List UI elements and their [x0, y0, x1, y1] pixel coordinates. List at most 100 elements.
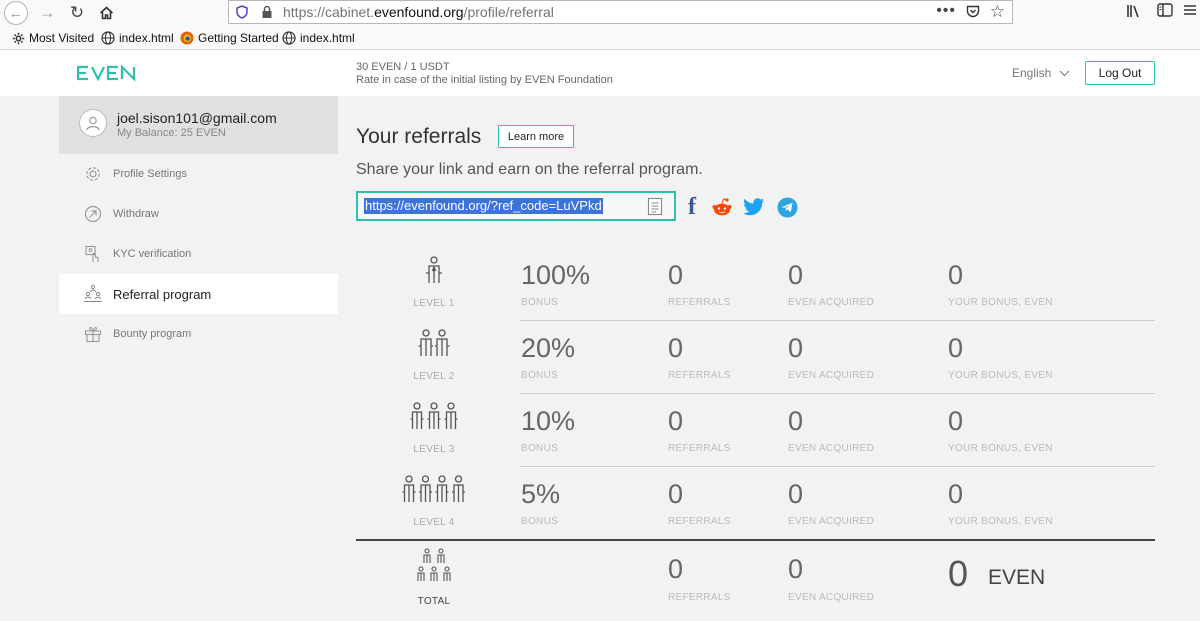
gear-icon — [12, 32, 25, 44]
rate-main: 30 EVEN / 1 USDT — [356, 61, 450, 73]
even-logo[interactable] — [77, 65, 137, 81]
sidebar-item-withdraw[interactable]: Withdraw — [59, 194, 338, 234]
level-row-1: LEVEL 1 100% BONUS 0 REFERRALS 0 EVEN AC… — [338, 256, 1175, 329]
sidebar: joel.sison101@gmail.com My Balance: 25 E… — [59, 96, 338, 609]
row-divider — [520, 393, 1155, 394]
bookmark-most-visited[interactable]: Most Visited — [12, 31, 94, 45]
your-bonus-value: 0 — [948, 479, 964, 509]
referrals-value: 0 — [668, 333, 684, 363]
even-acquired-label: EVEN ACQUIRED — [788, 370, 875, 381]
chevron-down-icon — [1059, 70, 1070, 76]
level-label: LEVEL 3 — [413, 444, 455, 455]
referral-link-box[interactable]: https://evenfound.org/?ref_code=LuVPkd — [356, 191, 676, 221]
bonus-label: BONUS — [521, 516, 559, 527]
sidebar-item-kyc[interactable]: KYC verification — [59, 234, 338, 274]
address-bar[interactable]: https://cabinet.evenfound.org/profile/re… — [228, 0, 1013, 24]
referrals-value: 0 — [668, 260, 684, 290]
referral-subtitle: Share your link and earn on the referral… — [356, 161, 703, 178]
referrals-label: REFERRALS — [668, 370, 731, 381]
your-bonus-value: 0 — [948, 406, 964, 436]
row-divider — [520, 320, 1155, 321]
total-bonus-value: 0 — [948, 553, 969, 594]
gear-icon — [83, 164, 103, 184]
bonus-label: BONUS — [521, 297, 559, 308]
even-acquired-value: 0 — [788, 333, 804, 363]
total-label: TOTAL — [417, 596, 451, 607]
total-bonus-unit: EVEN — [988, 566, 1046, 589]
browser-toolbar: ← → ↻ https://cabinet.evenfound.org/prof… — [0, 0, 1200, 27]
user-icon — [86, 116, 100, 131]
globe-icon — [282, 31, 296, 45]
sidebar-item-bounty[interactable]: Bounty program — [59, 314, 338, 354]
facebook-icon[interactable]: f — [688, 194, 696, 221]
page-actions-icon[interactable]: ••• — [936, 2, 956, 20]
total-referrals-value: 0 — [668, 554, 684, 584]
referrals-label: REFERRALS — [668, 443, 731, 454]
persons-2-icon — [354, 329, 514, 359]
referrals-label: REFERRALS — [668, 297, 731, 308]
level-row-2: LEVEL 2 20% BONUS 0 REFERRALS 0 EVEN ACQ… — [338, 329, 1175, 402]
person-1-icon — [354, 256, 514, 286]
even-acquired-value: 0 — [788, 260, 804, 290]
bookmark-index-2[interactable]: index.html — [282, 31, 355, 45]
referrals-value: 0 — [668, 479, 684, 509]
referrals-value: 0 — [668, 406, 684, 436]
bookmark-index-1[interactable]: index.html — [101, 31, 174, 45]
shield-icon[interactable] — [236, 5, 248, 19]
level-label: LEVEL 2 — [413, 371, 455, 382]
home-icon[interactable] — [95, 2, 117, 24]
even-acquired-label: EVEN ACQUIRED — [788, 443, 875, 454]
user-balance: My Balance: 25 EVEN — [117, 127, 226, 139]
gift-icon — [83, 324, 103, 344]
your-bonus-label: YOUR BONUS, EVEN — [948, 370, 1053, 381]
reddit-icon[interactable] — [711, 197, 733, 217]
rate-subtitle: Rate in case of the initial listing by E… — [356, 74, 613, 86]
url-text[interactable]: https://cabinet.evenfound.org/profile/re… — [283, 4, 554, 20]
even-acquired-label: EVEN ACQUIRED — [788, 592, 875, 603]
sidebar-item-profile-settings[interactable]: Profile Settings — [59, 154, 338, 194]
level-row-3: LEVEL 3 10% BONUS 0 REFERRALS 0 EVEN ACQ… — [338, 402, 1175, 475]
globe-icon — [101, 31, 115, 45]
level-bonus-value: 100% — [521, 260, 591, 290]
even-acquired-value: 0 — [788, 479, 804, 509]
forward-arrow-icon[interactable]: → — [36, 2, 58, 24]
your-bonus-label: YOUR BONUS, EVEN — [948, 297, 1053, 308]
twitter-icon[interactable] — [743, 197, 765, 217]
user-email: joel.sison101@gmail.com — [117, 110, 277, 126]
referral-link-text[interactable]: https://evenfound.org/?ref_code=LuVPkd — [364, 198, 603, 214]
withdraw-icon — [83, 204, 103, 224]
hamburger-menu-icon[interactable] — [1183, 3, 1197, 17]
copy-icon[interactable] — [647, 197, 663, 216]
total-row: TOTAL 0 REFERRALS 0 EVEN ACQUIRED 0 EVEN — [338, 548, 1175, 621]
total-divider — [356, 539, 1155, 541]
back-arrow-icon[interactable]: ← — [4, 1, 28, 25]
bookmark-getting-started[interactable]: Getting Started — [180, 31, 279, 45]
your-bonus-label: YOUR BONUS, EVEN — [948, 443, 1053, 454]
language-selector[interactable]: English — [1012, 66, 1070, 80]
reload-icon[interactable]: ↻ — [66, 2, 88, 24]
sidebar-item-referral[interactable]: Referral program — [59, 274, 338, 314]
level-bonus-value: 5% — [521, 479, 561, 509]
your-bonus-label: YOUR BONUS, EVEN — [948, 516, 1053, 527]
referral-icon — [83, 284, 103, 304]
learn-more-button[interactable]: Learn more — [498, 125, 574, 148]
language-label: English — [1012, 66, 1052, 80]
bookmark-star-icon[interactable]: ☆ — [990, 2, 1005, 22]
pocket-icon[interactable] — [966, 5, 980, 18]
avatar[interactable] — [79, 109, 107, 137]
telegram-icon[interactable] — [777, 197, 798, 218]
lock-icon[interactable] — [261, 5, 273, 19]
site-header: 30 EVEN / 1 USDT Rate in case of the ini… — [0, 50, 1200, 96]
level-label: LEVEL 1 — [413, 298, 455, 309]
bonus-label: BONUS — [521, 443, 559, 454]
level-row-4: LEVEL 4 5% BONUS 0 REFERRALS 0 EVEN ACQU… — [338, 475, 1175, 548]
main-content: Your referrals Learn more Share your lin… — [338, 96, 1175, 609]
library-icon[interactable] — [1126, 3, 1142, 19]
sidebar-toggle-icon[interactable] — [1157, 3, 1173, 17]
page-title: Your referrals — [356, 125, 482, 148]
level-bonus-value: 10% — [521, 406, 576, 436]
logout-button[interactable]: Log Out — [1085, 61, 1155, 85]
even-acquired-value: 0 — [788, 406, 804, 436]
row-divider — [520, 466, 1155, 467]
persons-group-icon — [354, 548, 514, 588]
